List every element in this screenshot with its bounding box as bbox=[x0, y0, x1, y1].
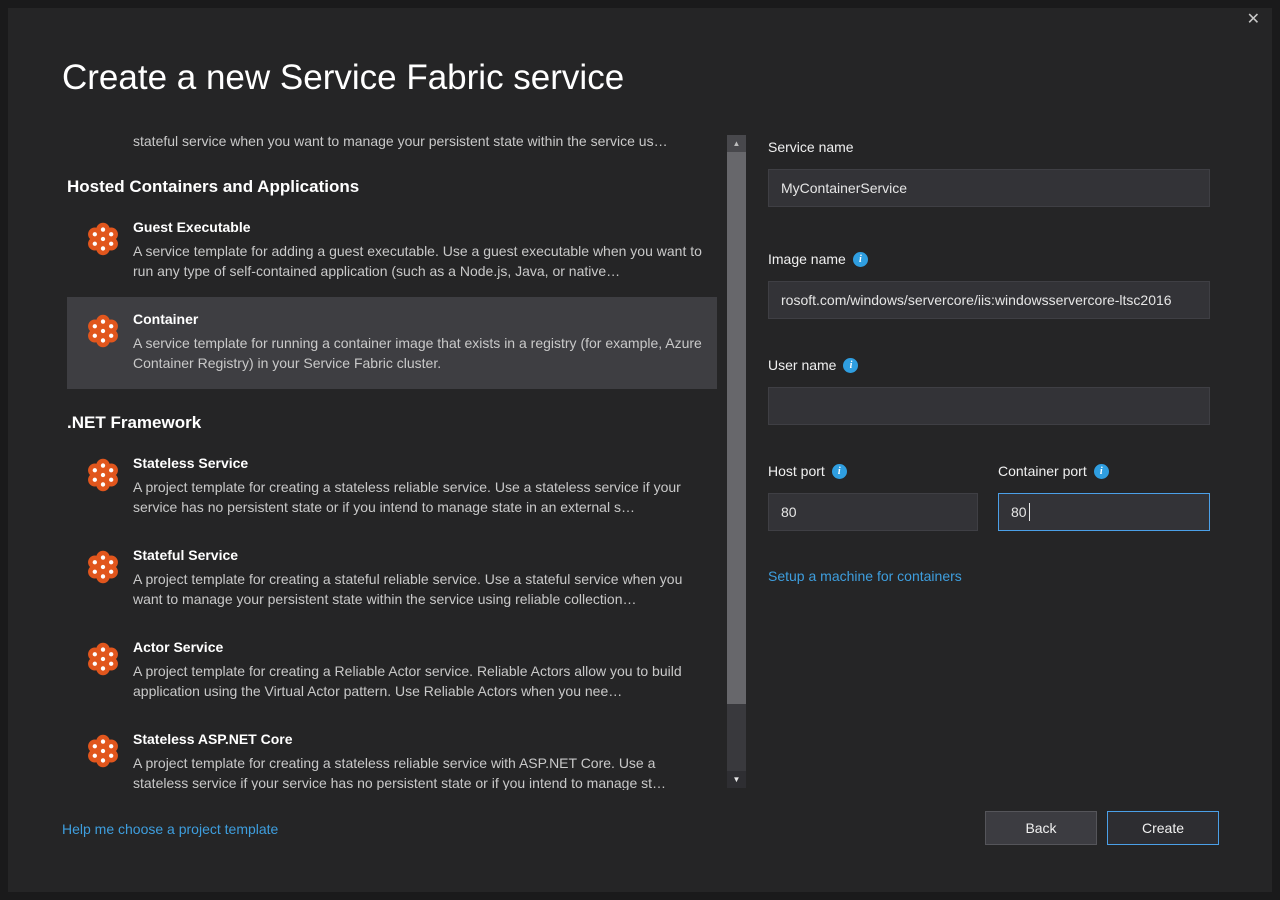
service-name-field bbox=[768, 169, 1210, 207]
container-port-label-text: Container port bbox=[998, 463, 1087, 479]
host-port-label: Host port i bbox=[768, 463, 847, 479]
user-name-input[interactable] bbox=[768, 387, 1210, 425]
service-name-input[interactable] bbox=[768, 169, 1210, 207]
text-caret bbox=[1029, 503, 1030, 521]
user-name-label-text: User name bbox=[768, 357, 836, 373]
template-item-text: Guest Executable A service template for … bbox=[133, 219, 705, 281]
image-name-label: Image name i bbox=[768, 251, 868, 267]
clipped-template-description: stateful service when you want to manage… bbox=[133, 133, 717, 153]
service-name-label: Service name bbox=[768, 139, 854, 155]
create-service-dialog: ✕ Create a new Service Fabric service st… bbox=[0, 0, 1280, 900]
back-button[interactable]: Back bbox=[985, 811, 1097, 845]
service-fabric-icon bbox=[85, 457, 121, 493]
template-item-title: Container bbox=[133, 311, 705, 328]
scroll-down-icon[interactable]: ▼ bbox=[727, 771, 746, 788]
template-item-actor-service[interactable]: Actor Service A project template for cre… bbox=[67, 625, 717, 717]
template-item-title: Guest Executable bbox=[133, 219, 705, 236]
close-icon[interactable]: ✕ bbox=[1247, 12, 1260, 28]
setup-machine-link[interactable]: Setup a machine for containers bbox=[768, 568, 962, 584]
template-item-description: A project template for creating a statef… bbox=[133, 569, 705, 609]
container-port-label: Container port i bbox=[998, 463, 1109, 479]
scrollbar[interactable]: ▲ ▼ bbox=[727, 135, 746, 788]
template-item-text: Actor Service A project template for cre… bbox=[133, 639, 705, 701]
template-item-title: Actor Service bbox=[133, 639, 705, 656]
service-fabric-icon bbox=[85, 733, 121, 769]
user-name-field bbox=[768, 387, 1210, 425]
create-button[interactable]: Create bbox=[1107, 811, 1219, 845]
service-fabric-icon bbox=[85, 641, 121, 677]
template-item-guest-executable[interactable]: Guest Executable A service template for … bbox=[67, 205, 717, 297]
template-item-description: A project template for creating a statel… bbox=[133, 753, 705, 790]
user-name-info-icon[interactable]: i bbox=[843, 358, 858, 373]
template-item-container[interactable]: Container A service template for running… bbox=[67, 297, 717, 389]
template-item-text: Stateless Service A project template for… bbox=[133, 455, 705, 517]
user-name-label: User name i bbox=[768, 357, 858, 373]
service-fabric-icon bbox=[85, 221, 121, 257]
help-choose-template-link[interactable]: Help me choose a project template bbox=[62, 821, 278, 837]
template-item-text: Stateless ASP.NET Core A project templat… bbox=[133, 731, 705, 790]
template-item-stateful-service[interactable]: Stateful Service A project template for … bbox=[67, 533, 717, 625]
template-item-stateless-aspnet-core[interactable]: Stateless ASP.NET Core A project templat… bbox=[67, 717, 717, 790]
host-port-label-text: Host port bbox=[768, 463, 825, 479]
container-port-field bbox=[998, 493, 1210, 531]
template-item-title: Stateful Service bbox=[133, 547, 705, 564]
template-item-title: Stateless ASP.NET Core bbox=[133, 731, 705, 748]
section-header-net-framework: .NET Framework bbox=[67, 413, 717, 433]
host-port-input[interactable] bbox=[768, 493, 978, 531]
image-name-info-icon[interactable]: i bbox=[853, 252, 868, 267]
container-port-info-icon[interactable]: i bbox=[1094, 464, 1109, 479]
template-list: stateful service when you want to manage… bbox=[67, 133, 717, 790]
template-item-text: Stateful Service A project template for … bbox=[133, 547, 705, 609]
scroll-up-icon[interactable]: ▲ bbox=[727, 135, 746, 152]
image-name-field bbox=[768, 281, 1210, 319]
section-header-hosted-containers: Hosted Containers and Applications bbox=[67, 177, 717, 197]
host-port-info-icon[interactable]: i bbox=[832, 464, 847, 479]
host-port-field bbox=[768, 493, 978, 531]
image-name-label-text: Image name bbox=[768, 251, 846, 267]
template-item-title: Stateless Service bbox=[133, 455, 705, 472]
template-item-description: A project template for creating a statel… bbox=[133, 477, 705, 517]
service-name-label-text: Service name bbox=[768, 139, 854, 155]
page-title: Create a new Service Fabric service bbox=[62, 58, 624, 98]
template-item-description: A project template for creating a Reliab… bbox=[133, 661, 705, 701]
service-fabric-icon bbox=[85, 549, 121, 585]
template-item-text: Container A service template for running… bbox=[133, 311, 705, 373]
scrollbar-thumb[interactable] bbox=[727, 152, 746, 704]
template-item-description: A service template for running a contain… bbox=[133, 333, 705, 373]
service-fabric-icon bbox=[85, 313, 121, 349]
template-item-description: A service template for adding a guest ex… bbox=[133, 241, 705, 281]
template-item-stateless-service[interactable]: Stateless Service A project template for… bbox=[67, 441, 717, 533]
image-name-input[interactable] bbox=[768, 281, 1210, 319]
